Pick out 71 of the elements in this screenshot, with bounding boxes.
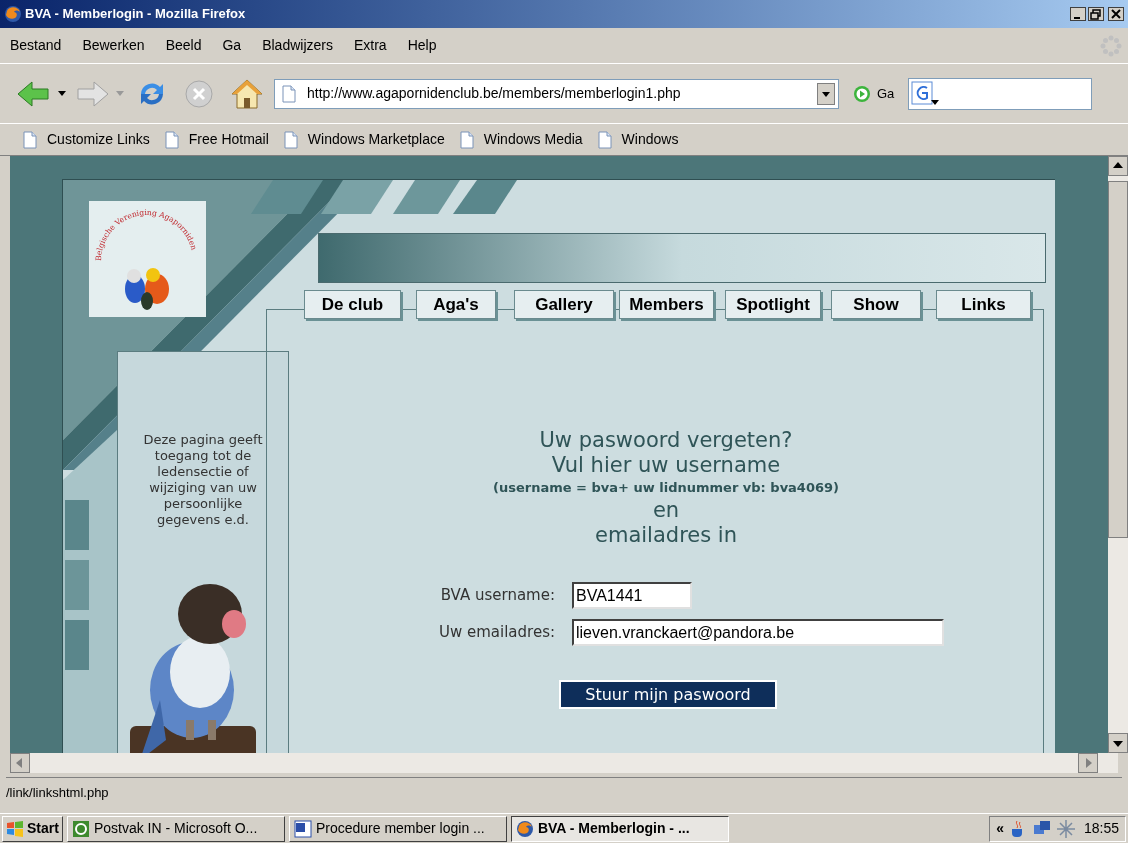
page-icon xyxy=(163,130,180,149)
document-app-icon xyxy=(293,819,312,838)
input-field[interactable]: BVA1441 xyxy=(572,582,692,609)
tray-chevron-button[interactable]: « xyxy=(996,818,1004,839)
scroll-up-button[interactable] xyxy=(1108,156,1128,176)
scroll-thumb[interactable] xyxy=(1108,181,1128,538)
heading-text: emailadres in xyxy=(595,523,737,548)
nav-tab[interactable]: Spotlight xyxy=(725,290,821,319)
menu-item[interactable]: Bestand xyxy=(10,35,62,56)
menu-item[interactable]: Help xyxy=(407,35,437,56)
address-field[interactable]: http://www.agapornidenclub.be/members/memberlogin1.php xyxy=(274,78,839,109)
bookmark-link[interactable]: Customize Links xyxy=(22,129,150,150)
close-button[interactable] xyxy=(1108,7,1124,21)
start-button[interactable]: Start xyxy=(2,815,63,842)
page-icon xyxy=(282,130,299,149)
nav-tab[interactable]: Members xyxy=(619,290,714,319)
vertical-scrollbar[interactable] xyxy=(1108,156,1128,753)
page-icon xyxy=(458,130,475,149)
horizontal-scrollbar[interactable] xyxy=(10,753,1118,773)
nav-tab[interactable]: Aga's xyxy=(416,290,496,319)
scroll-left-button[interactable] xyxy=(10,753,30,773)
search-field[interactable] xyxy=(908,77,1093,110)
nav-tab[interactable]: De club xyxy=(304,290,401,319)
taskbar-button[interactable]: BVA - Memberlogin - ... xyxy=(510,815,729,842)
info-text: Deze pagina geeft toegang tot de ledensectie of wijziging van uw persoonlijke gegevens e.d. xyxy=(142,432,264,528)
heading-text: en xyxy=(652,498,680,523)
go-button[interactable]: Ga xyxy=(853,83,895,104)
window-title: BVA - Memberlogin - Mozilla Firefox xyxy=(25,5,246,24)
taskbar-button[interactable]: Postvak IN - Microsoft O... xyxy=(66,815,285,842)
field-label: Uw emailadres: xyxy=(437,622,555,644)
nav-tab[interactable]: Links xyxy=(936,290,1031,319)
input-field[interactable]: lieven.vranckaert@pandora.be xyxy=(572,619,944,646)
submit-button[interactable]: Stuur mijn paswoord xyxy=(559,680,777,709)
windows-logo-icon xyxy=(6,820,24,837)
bookmark-link[interactable]: Windows xyxy=(596,129,679,150)
heading-text: Vul hier uw username xyxy=(551,453,781,478)
hint-text: (username = bva+ uw lidnummer vb: bva4069) xyxy=(493,479,839,497)
field-label: BVA username: xyxy=(439,585,555,607)
page-icon xyxy=(596,130,613,149)
menu-item[interactable]: Bladwijzers xyxy=(262,35,333,56)
page-icon xyxy=(22,130,38,149)
scroll-right-button[interactable] xyxy=(1078,753,1098,773)
menu-item[interactable]: Beeld xyxy=(165,35,202,56)
status-text: /link/linkshtml.php xyxy=(6,783,109,802)
go-icon xyxy=(853,84,871,103)
bookmark-link[interactable]: Windows Marketplace xyxy=(282,129,445,150)
menu-item[interactable]: Bewerken xyxy=(82,35,145,56)
menu-item[interactable]: Ga xyxy=(222,35,242,56)
browser-logo-icon xyxy=(515,819,534,838)
home-button[interactable] xyxy=(230,77,264,110)
browser-logo-icon xyxy=(4,5,22,23)
bookmark-link[interactable]: Free Hotmail xyxy=(163,129,269,150)
dropdown-button[interactable] xyxy=(817,82,835,105)
mail-app-icon xyxy=(71,819,90,838)
page-icon xyxy=(281,84,297,103)
nav-tab[interactable]: Show xyxy=(831,290,921,319)
scroll-down-button[interactable] xyxy=(1108,733,1128,753)
heading-text: Uw paswoord vergeten? xyxy=(539,428,793,453)
clock-text: 18:55 xyxy=(1083,819,1119,838)
maximize-button[interactable] xyxy=(1088,7,1104,21)
star-icon[interactable] xyxy=(1055,818,1076,839)
menu-item[interactable]: Extra xyxy=(353,35,387,56)
back-button[interactable] xyxy=(16,79,50,108)
birds-drawing xyxy=(125,268,169,310)
stop-button[interactable] xyxy=(184,78,214,109)
taskbar-button[interactable]: Procedure member login ... xyxy=(288,815,507,842)
nav-tab[interactable]: Gallery xyxy=(514,290,614,319)
minimize-button[interactable] xyxy=(1070,7,1086,21)
bookmark-link[interactable]: Windows Media xyxy=(458,129,583,150)
dropdown-icon[interactable] xyxy=(58,90,66,97)
search-engine-icon[interactable] xyxy=(911,80,942,107)
